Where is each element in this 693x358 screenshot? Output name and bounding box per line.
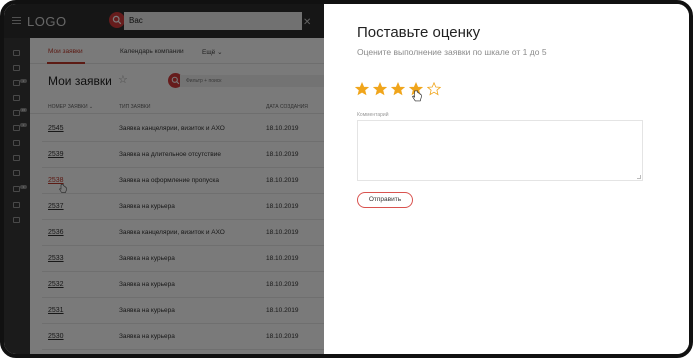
request-number-link[interactable]: 2536 <box>48 229 64 236</box>
bell-icon[interactable] <box>13 186 20 192</box>
structure-icon[interactable] <box>13 202 20 208</box>
hand-cursor-icon <box>412 90 422 102</box>
request-number-link[interactable]: 2532 <box>48 281 64 288</box>
request-type: Заявка на курьера <box>119 281 175 288</box>
request-type: Заявка на оформление пропуска <box>119 177 219 184</box>
logo: LOGO <box>27 14 67 29</box>
request-date: 18.10.2019 <box>266 125 299 132</box>
star-1-icon[interactable] <box>355 82 369 96</box>
request-number-link[interactable]: 2533 <box>48 255 64 262</box>
request-number-link[interactable]: 2531 <box>48 307 64 314</box>
search-icon <box>112 15 122 25</box>
request-type: Заявка на курьера <box>119 255 175 262</box>
filter-input[interactable]: Фильтр + поиск <box>180 75 324 87</box>
building-icon[interactable] <box>13 170 20 176</box>
request-type: Заявка на длительное отсутствие <box>119 151 221 158</box>
table-row[interactable]: 2536 Заявка канцелярии, визиток и АХО 18… <box>42 220 324 246</box>
rating-panel: Поставьте оценку Оцените выполнение заяв… <box>324 4 689 354</box>
star-3-icon[interactable] <box>391 82 405 96</box>
request-date: 18.10.2019 <box>266 281 299 288</box>
request-date: 18.10.2019 <box>266 307 299 314</box>
comment-label: Комментарий <box>357 112 389 118</box>
hand-cursor-icon <box>59 184 67 193</box>
resize-handle[interactable] <box>637 175 641 179</box>
request-type: Заявка на курьера <box>119 307 175 314</box>
request-type: Заявка на курьера <box>119 333 175 340</box>
users-icon[interactable] <box>13 140 20 146</box>
sidebar-badge: 2 <box>20 123 27 127</box>
request-date: 18.10.2019 <box>266 255 299 262</box>
calendar-icon[interactable] <box>13 95 20 101</box>
requests-page: Мои заявки Календарь компании Ещё ⌄ Мои … <box>30 38 324 354</box>
request-number-link[interactable]: 2545 <box>48 125 64 132</box>
sidebar-badge: 3 <box>20 185 27 189</box>
sidebar: 2 15 2 3 <box>4 38 30 354</box>
chat-icon[interactable] <box>13 65 20 71</box>
top-bar: LOGO Вас ✕ <box>4 4 324 38</box>
table-row[interactable]: 2531 Заявка на курьера 18.10.2019 <box>42 298 324 324</box>
column-header-date[interactable]: ДАТА СОЗДАНИЯ <box>266 104 308 110</box>
request-number-link[interactable]: 2537 <box>48 203 64 210</box>
tab-more[interactable]: Ещё ⌄ <box>202 48 223 56</box>
app-window: LOGO Вас ✕ 2 15 2 3 Мои заявки Календарь… <box>0 0 693 358</box>
table-row[interactable]: 2533 Заявка на курьера 18.10.2019 <box>42 246 324 272</box>
table-row[interactable]: 2539 Заявка на длительное отсутствие 18.… <box>42 142 324 168</box>
column-header-type[interactable]: ТИП ЗАЯВКИ <box>119 104 150 110</box>
tasks-icon[interactable] <box>13 110 20 116</box>
table-row[interactable]: 2538 Заявка на оформление пропуска 18.10… <box>42 168 324 194</box>
star-5-icon[interactable] <box>427 82 441 96</box>
request-date: 18.10.2019 <box>266 333 299 340</box>
car-icon[interactable] <box>13 155 20 161</box>
search-input[interactable]: Вас <box>124 12 302 30</box>
sidebar-badge: 2 <box>20 79 27 83</box>
request-number-link[interactable]: 2530 <box>48 333 64 340</box>
table-header: НОМЕР ЗАЯВКИ ⌄ ТИП ЗАЯВКИ ДАТА СОЗДАНИЯ <box>30 100 324 114</box>
request-date: 18.10.2019 <box>266 177 299 184</box>
request-number-link[interactable]: 2538 <box>48 177 64 184</box>
request-type: Заявка канцелярии, визиток и АХО <box>119 229 225 236</box>
table-row[interactable]: 2530 Заявка на курьера 18.10.2019 <box>42 324 324 350</box>
request-date: 18.10.2019 <box>266 229 299 236</box>
search-button[interactable] <box>109 12 125 28</box>
table-row[interactable]: 2532 Заявка на курьера 18.10.2019 <box>42 272 324 298</box>
send-button[interactable]: Отправить <box>357 192 413 208</box>
hamburger-icon[interactable] <box>12 17 21 24</box>
search-icon <box>171 76 180 85</box>
column-header-number[interactable]: НОМЕР ЗАЯВКИ ⌄ <box>48 104 93 110</box>
home-icon[interactable] <box>13 50 20 56</box>
request-date: 18.10.2019 <box>266 203 299 210</box>
settings-icon[interactable] <box>13 217 20 223</box>
tab-bar: Мои заявки Календарь компании Ещё ⌄ <box>30 38 324 64</box>
star-2-icon[interactable] <box>373 82 387 96</box>
tab-company-calendar[interactable]: Календарь компании <box>120 48 184 55</box>
close-icon[interactable]: ✕ <box>303 18 313 28</box>
request-type: Заявка канцелярии, визиток и АХО <box>119 125 225 132</box>
requests-icon[interactable] <box>13 80 20 86</box>
comment-textarea[interactable] <box>357 120 643 181</box>
request-date: 18.10.2019 <box>266 151 299 158</box>
panel-title: Поставьте оценку <box>357 24 481 41</box>
docs-icon[interactable] <box>13 125 20 131</box>
favorite-star-icon[interactable]: ☆ <box>118 73 128 86</box>
sidebar-badge: 15 <box>20 108 27 112</box>
request-type: Заявка на курьера <box>119 203 175 210</box>
table-row[interactable]: 2545 Заявка канцелярии, визиток и АХО 18… <box>42 116 324 142</box>
request-number-link[interactable]: 2539 <box>48 151 64 158</box>
active-tab-indicator <box>47 62 85 64</box>
page-title: Мои заявки <box>48 74 112 88</box>
table-row[interactable]: 2537 Заявка на курьера 18.10.2019 <box>42 194 324 220</box>
panel-subtitle: Оцените выполнение заявки по шкале от 1 … <box>357 47 547 57</box>
tab-my-requests[interactable]: Мои заявки <box>48 48 83 55</box>
